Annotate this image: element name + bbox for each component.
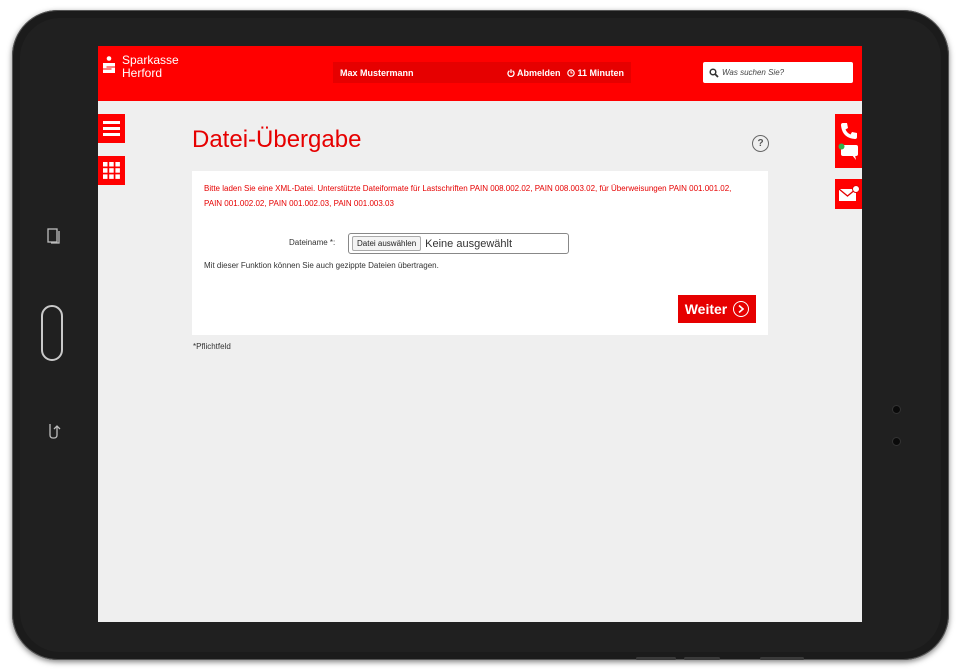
file-input[interactable]: Datei auswählen Keine ausgewählt: [348, 233, 569, 254]
mail-icon: [838, 185, 860, 201]
file-status: Keine ausgewählt: [425, 237, 512, 250]
hardware-button: [636, 657, 676, 660]
top-bar: Sparkasse Herford Max Mustermann Abmelde…: [98, 46, 862, 101]
apps-grid-icon: [103, 162, 120, 179]
format-notice: Bitte laden Sie eine XML-Datei. Unterstü…: [204, 184, 732, 208]
mail-button[interactable]: [835, 179, 862, 209]
page-title: Datei-Übergabe: [192, 126, 362, 153]
clock-icon: [567, 68, 576, 77]
apps-button[interactable]: [98, 156, 125, 185]
chat-icon: [838, 143, 858, 160]
menu-button[interactable]: [98, 114, 125, 143]
filename-label: Dateiname *:: [289, 238, 336, 247]
camera-sensor: [892, 405, 901, 414]
upload-form-card: Bitte laden Sie eine XML-Datei. Unterstü…: [192, 171, 768, 335]
phone-icon: [840, 123, 857, 139]
search-icon[interactable]: [709, 67, 719, 78]
user-name[interactable]: Max Mustermann: [340, 68, 507, 78]
logout-label: Abmelden: [516, 67, 561, 78]
session-timer: 11 Minuten: [567, 68, 624, 78]
power-icon: [507, 68, 515, 77]
back-icon[interactable]: [46, 422, 62, 440]
menu-icon: [103, 121, 120, 136]
required-field-note: *Pflichtfeld: [193, 342, 231, 351]
light-sensor: [892, 437, 901, 446]
brand-location: Herford: [122, 66, 163, 80]
next-button[interactable]: Weiter: [678, 295, 756, 323]
contact-button[interactable]: [835, 114, 862, 168]
hardware-button: [760, 657, 804, 660]
home-button[interactable]: [41, 305, 63, 361]
session-timer-label: 11 Minuten: [577, 67, 624, 78]
sparkasse-logo[interactable]: Sparkasse Herford: [102, 54, 179, 80]
sparkasse-s-icon: [103, 56, 115, 73]
search-box[interactable]: [703, 62, 853, 83]
logout-link[interactable]: Abmelden: [507, 67, 561, 78]
hardware-button: [684, 657, 720, 660]
chevron-right-icon: [733, 301, 750, 317]
next-button-label: Weiter: [684, 301, 728, 317]
user-session-bar: Max Mustermann Abmelden 11 Minuten: [333, 62, 631, 83]
search-input[interactable]: [722, 68, 842, 77]
zip-hint: Mit dieser Funktion können Sie auch gezi…: [204, 261, 439, 270]
tablet-screen: Sparkasse Herford Max Mustermann Abmelde…: [98, 46, 862, 622]
recent-apps-icon[interactable]: [47, 228, 61, 244]
help-button[interactable]: ?: [752, 135, 769, 152]
choose-file-button[interactable]: Datei auswählen: [352, 236, 422, 251]
